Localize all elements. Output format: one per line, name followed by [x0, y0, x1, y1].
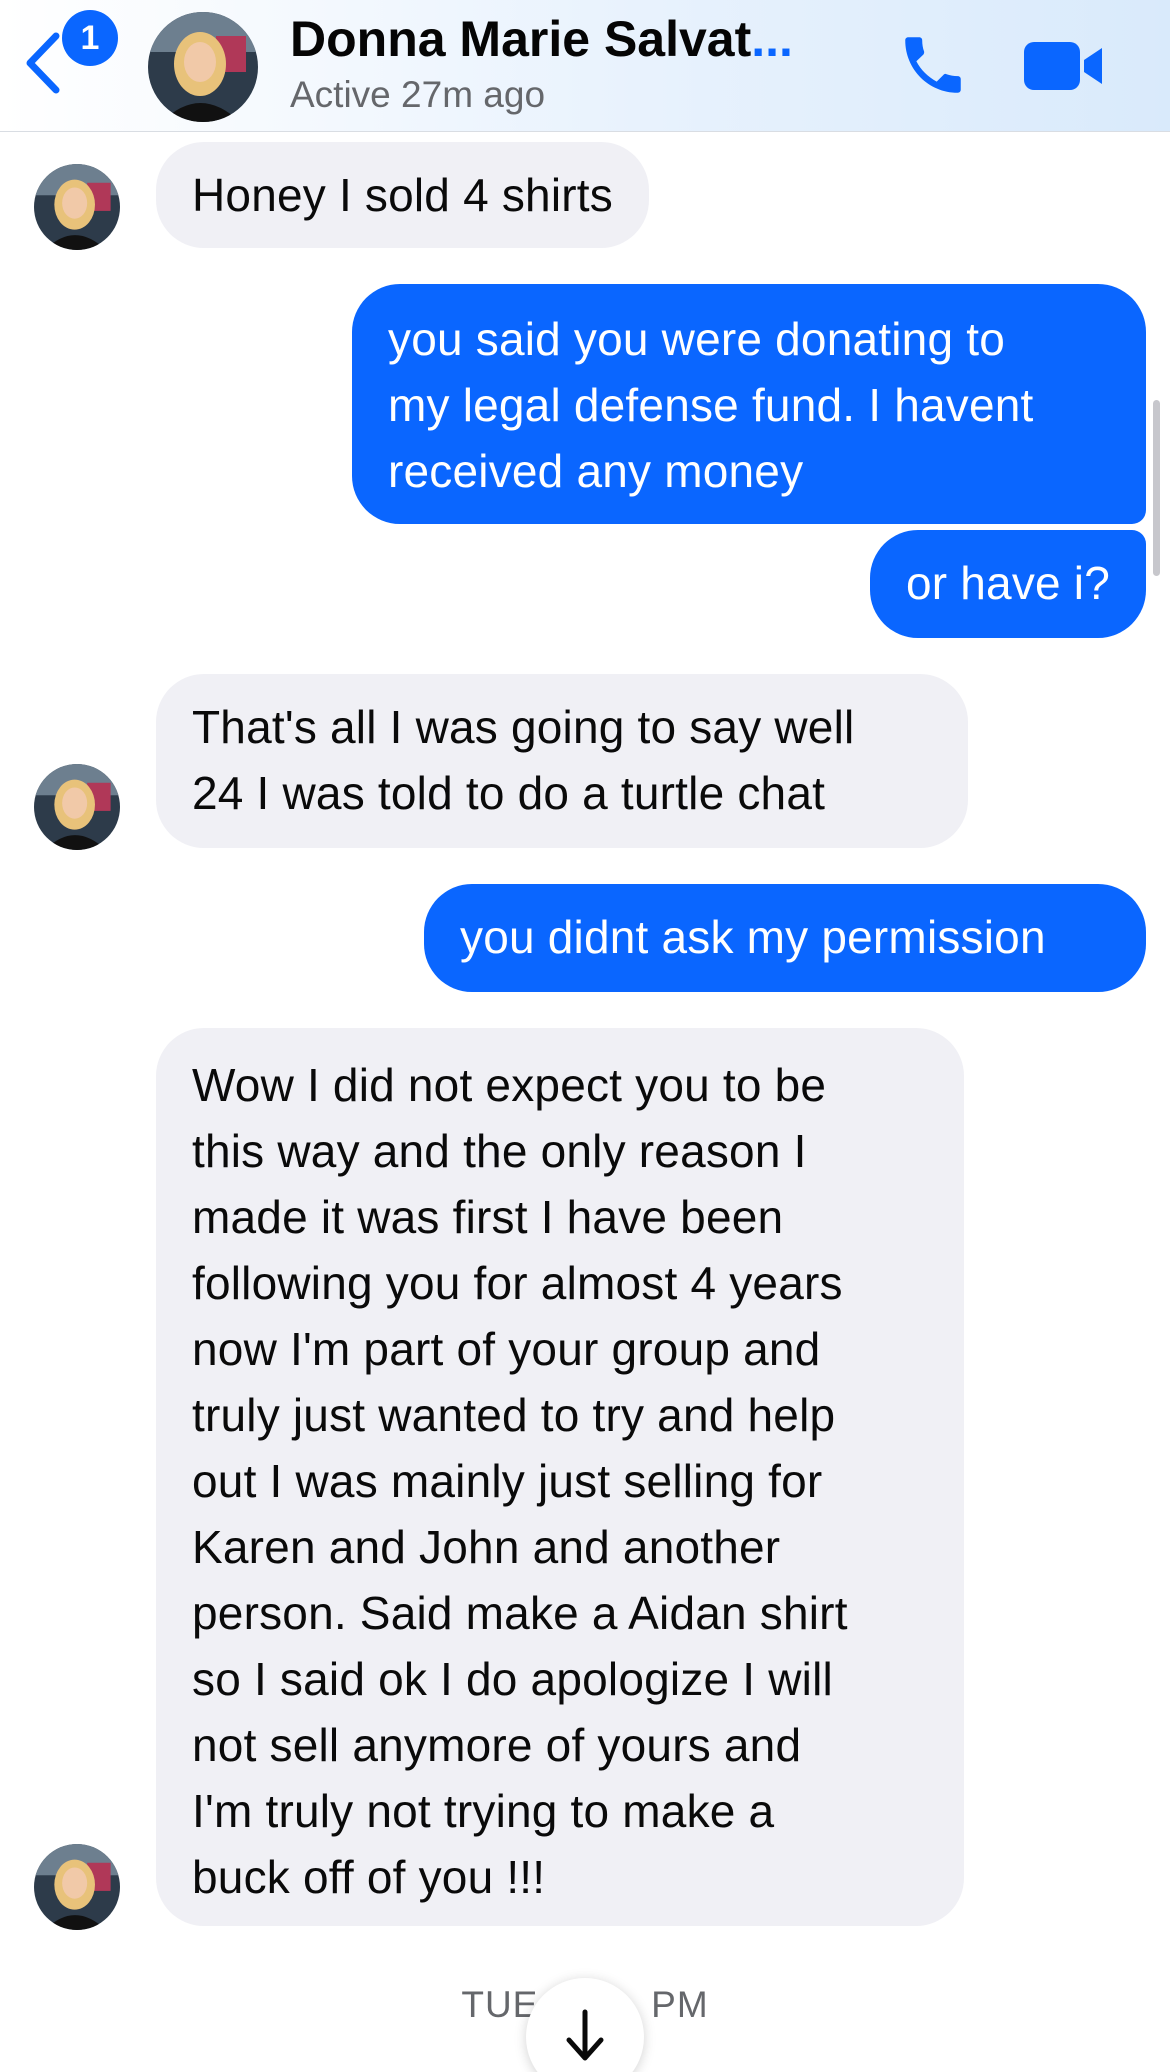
outgoing-message[interactable]: you didnt ask my permission: [424, 884, 1146, 992]
contact-name-text: Donna Marie Salvat: [290, 11, 752, 67]
message-line: That's all I was going to say well: [192, 701, 855, 753]
incoming-message[interactable]: Honey I sold 4 shirts: [156, 142, 649, 248]
message-line: Wow I did not expect you to be: [192, 1059, 827, 1111]
active-status: Active 27m ago: [290, 74, 546, 115]
conversation-header: 1 Donna Marie Salvat... Active 27m ago: [0, 0, 1170, 132]
message-line: 24 I was told to do a turtle chat: [192, 767, 826, 819]
message-line: truly just wanted to try and help: [192, 1389, 836, 1441]
message-line: this way and the only reason I: [192, 1125, 807, 1177]
outgoing-message[interactable]: you said you were donating to my legal d…: [352, 284, 1146, 524]
message-line: so I said ok I do apologize I will: [192, 1653, 833, 1705]
video-camera-icon: [1024, 42, 1102, 90]
message-line: not sell anymore of yours and: [192, 1719, 802, 1771]
outgoing-message[interactable]: or have i?: [869, 530, 1146, 638]
message-line: now I'm part of your group and: [192, 1323, 821, 1375]
contact-name[interactable]: Donna Marie Salvat...: [290, 10, 793, 68]
contact-avatar[interactable]: [148, 12, 258, 122]
message-line: made it was first I have been: [192, 1191, 784, 1243]
message-line: you said you were donating to: [388, 313, 1005, 365]
message-line: following you for almost 4 years: [192, 1257, 843, 1309]
chevron-left-icon: [26, 32, 60, 94]
message-line: or have i?: [905, 557, 1110, 609]
message-avatar[interactable]: [34, 1844, 120, 1930]
audio-call-button[interactable]: [896, 28, 970, 102]
message-line: person. Said make a Aidan shirt: [192, 1587, 848, 1639]
message-line: buck off of you !!!: [192, 1851, 546, 1903]
incoming-message[interactable]: Wow I did not expect you to be this way …: [156, 1028, 964, 1926]
message-line: Karen and John and another: [192, 1521, 781, 1573]
message-avatar[interactable]: [34, 164, 120, 250]
message-line: received any money: [388, 445, 804, 497]
name-ellipsis: ...: [751, 11, 793, 67]
message-line: my legal defense fund. I havent: [388, 379, 1034, 431]
arrow-down-icon: [566, 2009, 604, 2061]
video-call-button[interactable]: [1022, 34, 1106, 98]
message-line: you didnt ask my permission: [460, 911, 1046, 963]
message-avatar[interactable]: [34, 764, 120, 850]
message-line: out I was mainly just selling for: [192, 1455, 823, 1507]
incoming-message[interactable]: That's all I was going to say well 24 I …: [156, 674, 968, 848]
scrollbar[interactable]: [1153, 400, 1160, 576]
unread-count-badge: 1: [62, 10, 118, 66]
message-line: I'm truly not trying to make a: [192, 1785, 775, 1837]
message-line: Honey I sold 4 shirts: [192, 169, 613, 221]
phone-icon: [905, 37, 961, 93]
